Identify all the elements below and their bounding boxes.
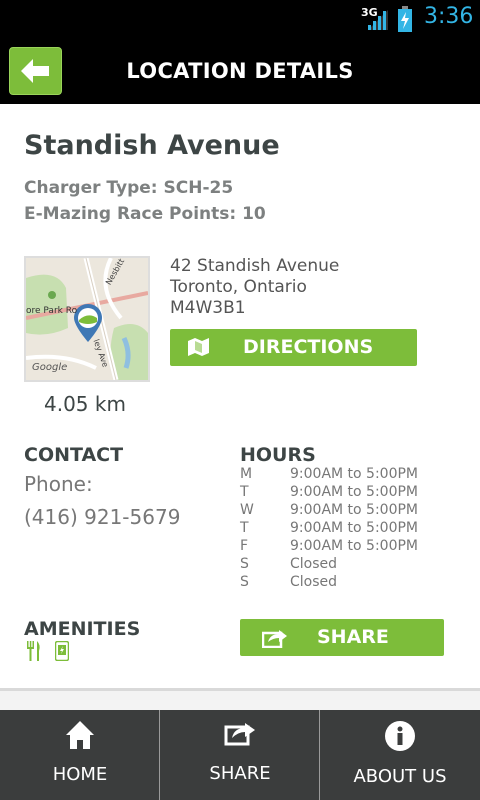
hours-time: 9:00AM to 5:00PM (290, 520, 419, 536)
share-icon (224, 723, 255, 746)
home-icon (66, 721, 94, 749)
hours-time: 9:00AM to 5:00PM (290, 538, 419, 554)
app-header: LOCATION DETAILS (0, 38, 480, 104)
share-label: SHARE (317, 626, 389, 648)
directions-button[interactable]: DIRECTIONS (170, 329, 417, 366)
hours-time: Closed (290, 556, 338, 572)
hours-day: T (240, 484, 249, 500)
hours-time: 9:00AM to 5:00PM (290, 484, 419, 500)
hours-day: S (240, 574, 249, 590)
directions-label: DIRECTIONS (243, 336, 374, 358)
map-icon (188, 338, 209, 356)
address-line-3: M4W3B1 (170, 298, 246, 318)
bottom-nav: HOME SHARE ABOUT US (0, 710, 480, 800)
hours-day: F (240, 538, 249, 554)
nav-share[interactable]: SHARE (161, 710, 319, 800)
hours-time: 9:00AM to 5:00PM (290, 466, 419, 482)
contact-heading: CONTACT (24, 444, 124, 466)
amenities-heading: AMENITIES (24, 618, 141, 640)
page-title: LOCATION DETAILS (126, 59, 354, 83)
status-bar: 3G 3:36 (0, 0, 480, 38)
hours-time: Closed (290, 574, 338, 590)
share-button[interactable]: SHARE (240, 619, 444, 656)
phone-number-link[interactable]: (416) 921-5679 (24, 505, 180, 529)
charger-type: Charger Type: SCH-25 (24, 178, 234, 198)
map-park-label: ore Park Ro (26, 306, 78, 316)
hours-day: M (240, 466, 253, 482)
hours-day: T (240, 520, 249, 536)
hours-time: 9:00AM to 5:00PM (290, 502, 419, 518)
address-line-2: Toronto, Ontario (170, 277, 307, 297)
nav-share-label: SHARE (209, 763, 271, 784)
phone-device-icon (55, 641, 69, 661)
nav-about[interactable]: ABOUT US (320, 710, 480, 800)
card-divider (0, 688, 480, 691)
address-line-1: 42 Standish Avenue (170, 256, 340, 276)
battery-charging-icon (398, 6, 412, 32)
status-clock: 3:36 (424, 4, 474, 29)
hours-day: W (240, 502, 254, 518)
share-icon (262, 630, 287, 648)
nav-home[interactable]: HOME (0, 710, 160, 800)
phone-label: Phone: (24, 472, 93, 496)
hours-heading: HOURS (240, 444, 316, 466)
nav-divider (159, 710, 160, 800)
info-icon (385, 721, 415, 751)
hours-day: S (240, 556, 249, 572)
restaurant-icon (27, 641, 40, 661)
google-logo: Google (32, 362, 68, 373)
map-pin-icon (74, 304, 102, 342)
distance-value: 4.05 km (44, 392, 126, 416)
location-name: Standish Avenue (24, 130, 280, 161)
nav-home-label: HOME (52, 764, 108, 785)
signal-icon (368, 10, 388, 30)
nav-about-label: ABOUT US (353, 766, 447, 787)
race-points: E-Mazing Race Points: 10 (24, 204, 266, 224)
map-thumbnail[interactable]: ore Park Ro Nesbitt Dr ley Ave Google (24, 256, 150, 382)
